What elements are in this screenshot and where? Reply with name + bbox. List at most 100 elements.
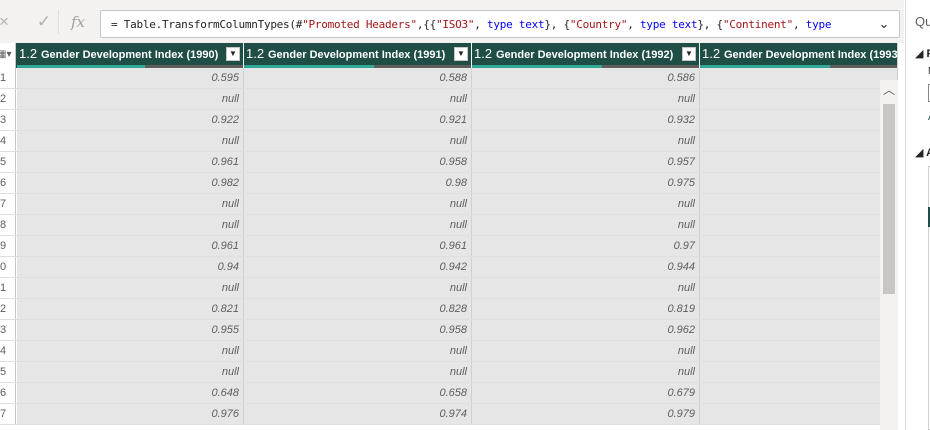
table-cell[interactable]: null [244,362,472,382]
table-cell[interactable]: null [472,89,700,109]
row-number[interactable]: 4 [0,131,16,151]
table-cell[interactable]: null [244,131,472,151]
table-cell[interactable]: 0.958 [244,152,472,172]
table-cell[interactable]: 0.955 [17,320,244,340]
applied-steps-section-header[interactable]: ◢ A [915,146,930,159]
table-cell[interactable]: null [244,194,472,214]
table-cell[interactable] [700,89,897,109]
table-cell[interactable] [700,68,897,88]
row-number[interactable]: 5 [0,152,16,172]
table-cell[interactable]: null [244,215,472,235]
table-cell[interactable]: 0.975 [472,173,700,193]
table-cell[interactable]: null [472,278,700,298]
decimal-type-icon[interactable]: 1.2 [19,46,37,62]
table-cell[interactable]: 0.961 [17,152,244,172]
table-cell[interactable]: null [17,215,244,235]
table-cell[interactable]: null [17,89,244,109]
chevron-down-icon[interactable]: ⌄ [872,12,896,36]
table-cell[interactable]: null [244,341,472,361]
table-cell[interactable]: 0.586 [472,68,700,88]
table-cell[interactable]: 0.679 [472,383,700,403]
table-cell[interactable]: 0.819 [472,299,700,319]
row-number[interactable]: 6 [0,383,16,403]
table-cell[interactable]: null [17,278,244,298]
commit-formula-icon[interactable]: ✓ [34,12,54,32]
formula-input[interactable]: = Table.TransformColumnTypes(#"Promoted … [100,10,900,38]
table-cell[interactable]: null [472,362,700,382]
table-cell[interactable]: 0.595 [17,68,244,88]
table-cell[interactable] [700,215,897,235]
table-cell[interactable]: 0.94 [17,257,244,277]
table-cell[interactable]: 0.828 [244,299,472,319]
row-number[interactable]: 1 [0,278,16,298]
table-cell[interactable]: 0.932 [472,110,700,130]
vertical-scrollbar[interactable]: ︿ [880,80,898,430]
table-cell[interactable]: null [17,194,244,214]
table-cell[interactable] [700,404,897,424]
table-cell[interactable] [700,131,897,151]
row-number[interactable]: 7 [0,194,16,214]
table-cell[interactable]: 0.648 [17,383,244,403]
row-number[interactable]: 2 [0,89,16,109]
table-cell[interactable]: 0.982 [17,173,244,193]
row-number[interactable]: 2 [0,299,16,319]
table-cell[interactable] [700,236,897,256]
table-cell[interactable] [700,257,897,277]
filter-dropdown-icon[interactable]: ▼ [226,47,240,61]
table-cell[interactable] [700,320,897,340]
cancel-formula-icon[interactable]: × [0,12,14,32]
table-cell[interactable]: 0.588 [244,68,472,88]
table-cell[interactable] [700,383,897,403]
row-number[interactable]: 9 [0,236,16,256]
row-number[interactable]: 1 [0,68,16,88]
row-number[interactable]: 4 [0,341,16,361]
table-cell[interactable] [700,341,897,361]
row-number[interactable]: 7 [0,404,16,424]
table-cell[interactable]: null [472,131,700,151]
decimal-type-icon[interactable]: 1.2 [474,46,492,62]
table-cell[interactable] [700,278,897,298]
row-number[interactable]: 0 [0,257,16,277]
table-cell[interactable]: 0.921 [244,110,472,130]
decimal-type-icon[interactable]: 1.2 [702,46,720,62]
scroll-up-icon[interactable]: ︿ [880,80,898,100]
column-header-gdi-1990[interactable]: 1.2 Gender Development Index (1990) ▼ [17,43,244,68]
table-cell[interactable]: null [244,89,472,109]
row-number[interactable]: 8 [0,215,16,235]
table-cell[interactable]: 0.962 [472,320,700,340]
column-header-gdi-1991[interactable]: 1.2 Gender Development Index (1991) ▼ [244,43,472,68]
table-cell[interactable]: null [472,194,700,214]
table-cell[interactable]: 0.821 [17,299,244,319]
row-number[interactable]: 3 [0,320,16,340]
table-cell[interactable]: 0.961 [17,236,244,256]
table-cell[interactable]: 0.961 [244,236,472,256]
table-cell[interactable]: 0.957 [472,152,700,172]
table-cell[interactable]: null [244,278,472,298]
table-cell[interactable]: 0.942 [244,257,472,277]
column-header-gdi-1992[interactable]: 1.2 Gender Development Index (1992) ▼ [472,43,700,68]
scroll-thumb[interactable] [883,104,895,294]
table-cell[interactable]: null [17,131,244,151]
table-cell[interactable]: 0.974 [244,404,472,424]
table-cell[interactable]: 0.658 [244,383,472,403]
column-header-gdi-1993[interactable]: 1.2 Gender Development Index (1993) [700,43,897,68]
fx-icon[interactable]: fx [68,12,88,32]
table-cell[interactable]: null [472,215,700,235]
table-cell[interactable] [700,194,897,214]
table-cell[interactable]: 0.958 [244,320,472,340]
table-cell[interactable]: 0.979 [472,404,700,424]
table-cell[interactable]: 0.98 [244,173,472,193]
table-cell[interactable] [700,299,897,319]
filter-dropdown-icon[interactable]: ▼ [454,47,468,61]
table-cell[interactable] [700,173,897,193]
table-cell[interactable] [700,362,897,382]
table-cell[interactable]: null [17,341,244,361]
filter-dropdown-icon[interactable]: ▼ [682,47,696,61]
table-cell[interactable]: 0.944 [472,257,700,277]
row-number[interactable]: 5 [0,362,16,382]
properties-section-header[interactable]: ◢ P [915,47,930,60]
table-cell[interactable]: null [472,341,700,361]
table-cell[interactable]: null [17,362,244,382]
table-cell[interactable] [700,110,897,130]
decimal-type-icon[interactable]: 1.2 [246,46,264,62]
